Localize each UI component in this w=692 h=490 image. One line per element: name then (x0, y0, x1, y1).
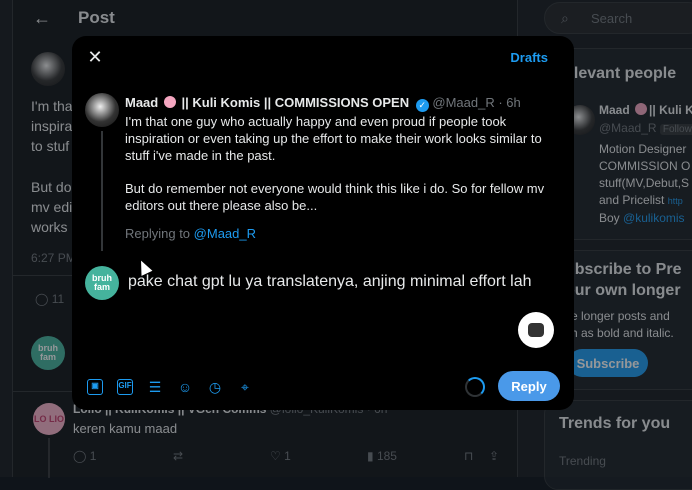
reply-button[interactable]: Reply (498, 371, 560, 401)
quoted-post-text: I'm that one guy who actually happy and … (125, 113, 555, 230)
replying-to-handle[interactable]: @Maad_R (194, 226, 256, 241)
views-icon: ▮ (367, 449, 377, 463)
bio-line: COMMISSION O (599, 158, 690, 175)
character-count-progress (465, 377, 485, 397)
reply-replies-value: 1 (90, 449, 97, 463)
quoted-post-header: Maad || Kuli Komis || COMMISSIONS OPEN ✓… (125, 95, 521, 112)
verified-icon: ✓ (416, 99, 429, 112)
reply-avatar-text: LO LIO (34, 415, 64, 424)
search-icon: ⌕ (561, 10, 569, 27)
quoted-author-name-rest[interactable]: || Kuli Komis || COMMISSIONS OPEN (181, 95, 409, 110)
replying-prefix: Replying to (125, 226, 190, 241)
post-text-line: works (31, 219, 68, 235)
subscribe-desc-line: ite longer posts and (565, 308, 674, 325)
bookmark-icon[interactable]: ⊓ (464, 449, 473, 463)
reply-count[interactable]: ◯ 11 (35, 292, 64, 306)
image-icon[interactable]: ▣ (87, 379, 103, 395)
post-text-line: But do (31, 179, 71, 195)
quoted-time: · 6h (498, 95, 520, 110)
compose-toolbar: ▣ GIF ☰ ☺ ◷ ⌖ (87, 376, 253, 398)
reply-author-avatar[interactable]: LO LIO (33, 403, 65, 435)
top-bar: ← Post (13, 0, 519, 36)
quoted-author-name[interactable]: Maad (125, 95, 158, 110)
reply-modal: ✕ Drafts Maad || Kuli Komis || COMMISSIO… (72, 36, 574, 410)
author-avatar[interactable] (31, 52, 65, 86)
reply-action-views[interactable]: ▮ 185 (367, 449, 397, 463)
flower-icon (164, 96, 176, 108)
bot-icon (528, 323, 544, 337)
subscribe-title-line: our own longer (565, 280, 681, 301)
drafts-button[interactable]: Drafts (510, 50, 548, 65)
post-time: 6:27 PM (31, 251, 76, 265)
reply-action-replies[interactable]: ◯ 1 (73, 449, 96, 463)
bio-line: Motion Designer (599, 141, 690, 158)
post-text-line: I'm tha (31, 98, 73, 114)
search-box[interactable]: ⌕ Search (544, 2, 692, 34)
close-icon[interactable]: ✕ (86, 48, 104, 66)
bio-link[interactable]: http (668, 196, 683, 206)
reply-views-value: 185 (377, 449, 397, 463)
my-avatar: bruh fam (31, 336, 65, 370)
quoted-paragraph: But do remember not everyone would think… (125, 180, 555, 214)
reply-action-likes[interactable]: ♡ 1 (270, 449, 291, 463)
poll-icon[interactable]: ☰ (147, 379, 163, 395)
subscribe-button[interactable]: Subscribe (568, 349, 648, 377)
quoted-author-handle[interactable]: @Maad_R (432, 95, 494, 110)
relevant-handle[interactable]: @Maad_R (599, 121, 657, 135)
back-arrow-icon[interactable]: ← (33, 8, 51, 29)
relevant-name-suffix: || Kuli K (649, 103, 692, 117)
location-icon[interactable]: ⌖ (237, 379, 253, 395)
relevant-name-text: Maad (599, 103, 630, 117)
bio-line: stuff(MV,Debut,S (599, 175, 690, 192)
thread-line (101, 131, 103, 251)
thread-line (48, 438, 50, 478)
subscribe-title: ubscribe to Preour own longer (565, 259, 681, 301)
reply-icon: ◯ (35, 292, 52, 306)
subscribe-desc-line: ch as bold and italic. (565, 325, 674, 342)
bio-end-prefix: Boy (599, 211, 620, 225)
bio-line-with-mention: Boy @kulikomis (599, 210, 690, 227)
post-text-line: mv edi (31, 199, 72, 215)
quoted-paragraph: I'm that one guy who actually happy and … (125, 113, 555, 164)
relevant-people-title: elevant people (565, 65, 676, 83)
subscribe-desc: ite longer posts andch as bold and itali… (565, 308, 674, 342)
trending-label: Trending (559, 454, 606, 468)
post-text-line: inspira (31, 118, 72, 134)
schedule-icon[interactable]: ◷ (207, 379, 223, 395)
flower-icon (635, 103, 647, 115)
bio-mention[interactable]: @kulikomis (623, 211, 685, 225)
my-avatar-text: bruh fam (85, 274, 119, 292)
my-avatar[interactable]: bruh fam (85, 266, 119, 300)
heart-icon: ♡ (270, 449, 284, 463)
gif-icon[interactable]: GIF (117, 379, 133, 395)
reply-input[interactable]: pake chat gpt lu ya translatenya, anjing… (128, 272, 548, 292)
emoji-icon[interactable]: ☺ (177, 379, 193, 395)
grammar-assistant-button[interactable] (518, 312, 554, 348)
my-avatar-text: bruh fam (31, 344, 65, 362)
reply-count-value: 11 (52, 292, 64, 306)
replying-to-line: Replying to @Maad_R (125, 226, 256, 241)
repost-icon[interactable]: ⇄ (173, 449, 183, 463)
relevant-bio: Motion Designer COMMISSION O stuff(MV,De… (599, 141, 690, 227)
relevant-name[interactable]: Maad || Kuli K (599, 103, 692, 117)
trends-title: Trends for you (559, 415, 670, 433)
follows-you-badge: Follows (660, 124, 692, 135)
relevant-handle-row: @Maad_R Follows (599, 121, 692, 135)
page-title: Post (78, 8, 115, 28)
quoted-author-avatar[interactable] (85, 93, 119, 127)
bio-line: and Pricelist (599, 193, 664, 207)
subscribe-title-line: ubscribe to Pre (565, 259, 681, 280)
reply-likes-value: 1 (284, 449, 291, 463)
comment-icon: ◯ (73, 449, 90, 463)
bio-line-with-link: and Pricelist http (599, 192, 690, 210)
share-icon[interactable]: ⇪ (489, 449, 499, 463)
post-text-line: to stuf (31, 138, 69, 154)
reply-text: keren kamu maad (73, 421, 177, 436)
search-placeholder: Search (591, 11, 632, 26)
